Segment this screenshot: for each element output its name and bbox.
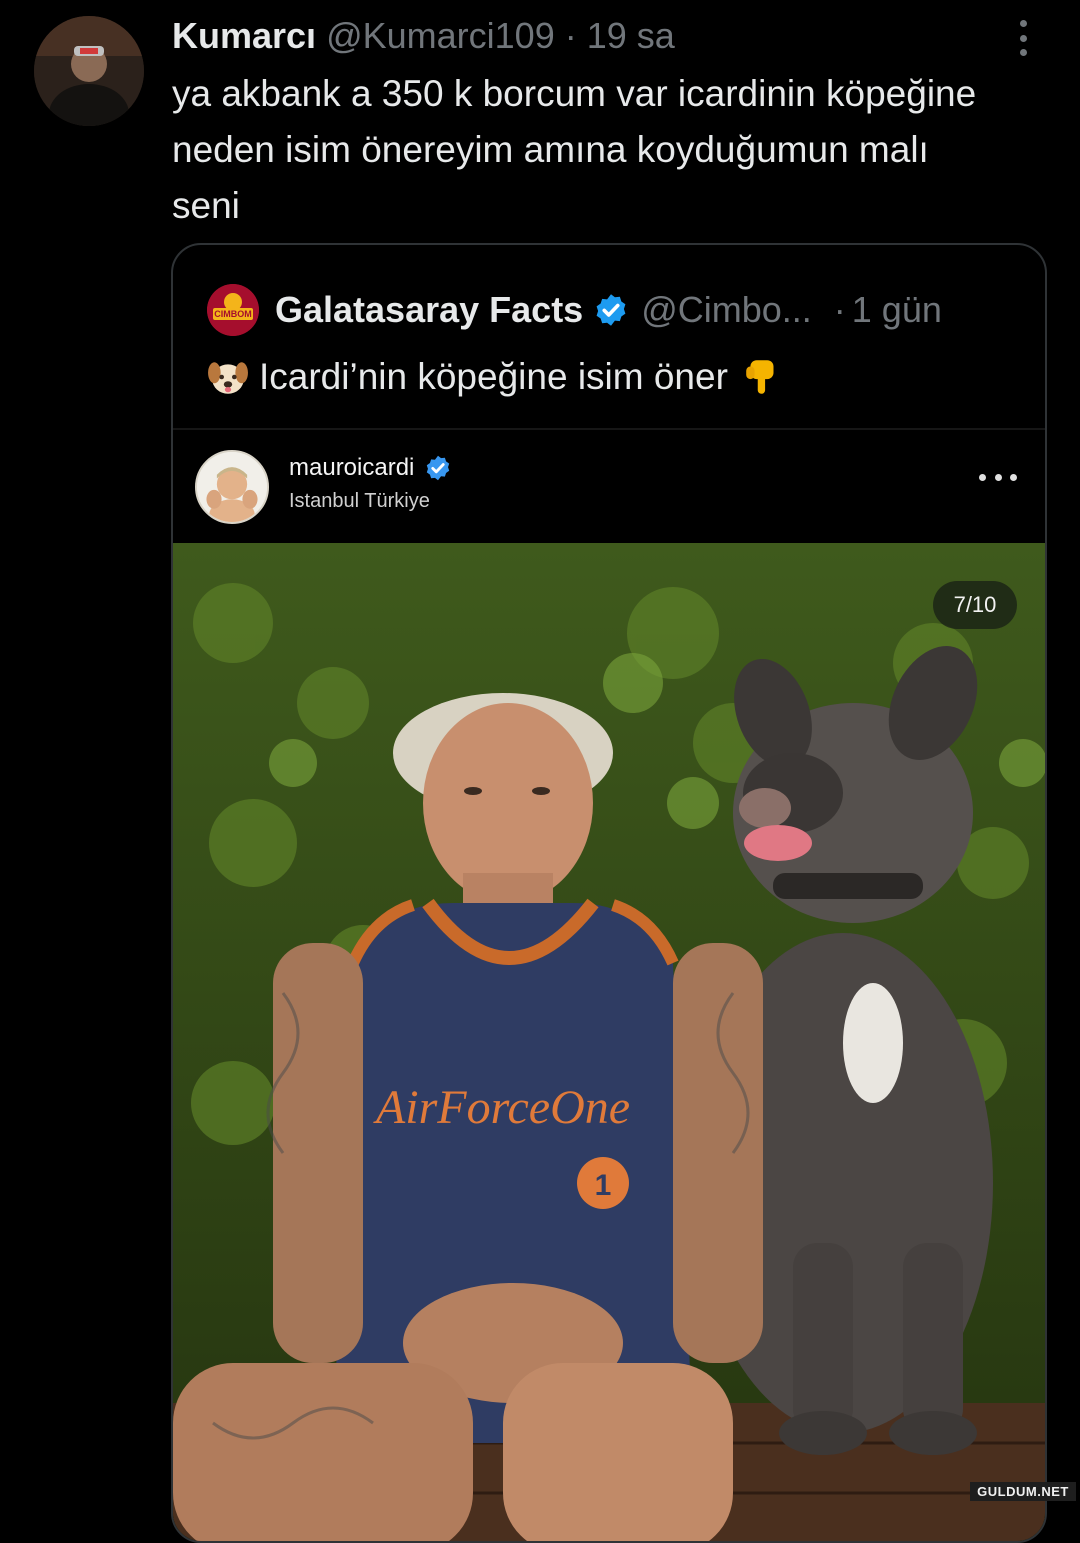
image-counter: 7/10 [933,581,1017,629]
author-name[interactable]: Kumarcı [172,15,316,56]
quoted-tweet-text: Icardi’nin köpeğine isim öner [259,356,728,397]
tweet-header: Kumarcı @Kumarci109 · 19 sa [172,14,675,58]
instagram-location[interactable]: Istanbul Türkiye [289,490,430,513]
pointing-down-emoji [742,356,784,398]
post-photo[interactable]: AirForceOne 1 7/10 [173,543,1045,1541]
quoted-tweet-card[interactable]: CIMBOM Galatasaray Facts @Cimbo... · 1 g… [171,243,1047,1543]
quoted-author-handle[interactable]: @Cimbo... [641,289,812,331]
instagram-username[interactable]: mauroicardi [289,454,414,482]
jersey-number: 1 [595,1169,612,1202]
quoted-tweet-text-row: Icardi’nin köpeğine isim öner [207,349,784,405]
quoted-tweet-time[interactable]: 1 gün [852,289,942,331]
author-handle[interactable]: @Kumarci109 [326,15,555,56]
quoted-tweet-header: CIMBOM Galatasaray Facts @Cimbo... · 1 g… [207,283,942,337]
dog-face-emoji [207,356,249,398]
more-horizontal-icon[interactable] [979,474,1017,484]
quoted-header-separator: · [833,289,846,330]
logo-text: CIMBOM [214,309,252,319]
more-vertical-icon[interactable] [1008,18,1038,58]
header-separator: · [564,15,577,56]
embedded-instagram-post[interactable]: mauroicardi Istanbul Türkiye AirForceOne… [173,428,1045,1541]
quoted-author-avatar[interactable]: CIMBOM [207,284,259,336]
quoted-author-name[interactable]: Galatasaray Facts [275,289,583,331]
tweet-time[interactable]: 19 sa [587,15,675,56]
jersey-text: AirForceOne [373,1081,630,1134]
verified-badge-icon [593,292,629,328]
tweet-text: ya akbank a 350 k borcum var icardinin k… [172,73,977,226]
instagram-username-row: mauroicardi [289,454,452,482]
author-avatar[interactable] [34,16,144,126]
instagram-verified-icon [424,454,452,482]
site-watermark: GULDUM.NET [970,1482,1076,1501]
instagram-avatar[interactable] [195,450,269,524]
